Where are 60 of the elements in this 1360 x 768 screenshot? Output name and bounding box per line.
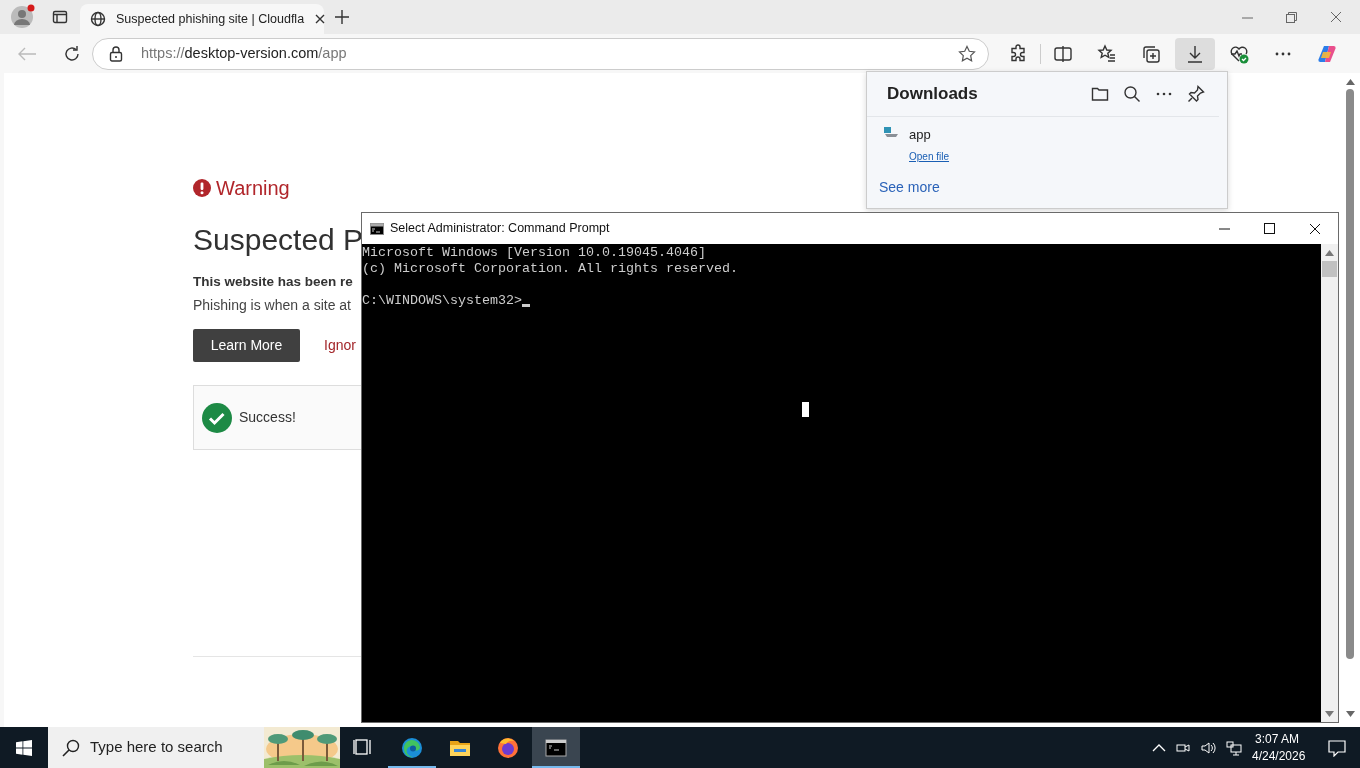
start-icon[interactable] xyxy=(16,739,32,756)
notifications-icon[interactable] xyxy=(1328,738,1346,757)
success-text: Success! xyxy=(239,408,296,427)
console-prompt: C:\WINDOWS\system32> xyxy=(362,293,522,309)
ignore-link[interactable]: Ignor xyxy=(324,335,356,356)
browser-tab[interactable]: Suspected phishing site | Cloudfla xyxy=(80,4,324,34)
terminal-icon xyxy=(545,736,567,759)
installer-icon xyxy=(883,127,899,139)
favorites-icon[interactable] xyxy=(1097,43,1117,64)
health-check-icon[interactable] xyxy=(1229,43,1249,64)
panel-title: Downloads xyxy=(887,83,978,106)
lock-icon xyxy=(109,45,123,62)
restore-icon[interactable] xyxy=(1286,11,1297,23)
see-more-link[interactable]: See more xyxy=(879,177,940,198)
console-line: Microsoft Windows [Version 10.0.19045.4046] xyxy=(362,245,707,261)
collections-icon[interactable] xyxy=(1141,43,1161,64)
scroll-down-icon[interactable] xyxy=(1325,711,1334,717)
warning-icon xyxy=(193,179,211,197)
warning-title: Warning xyxy=(216,176,290,201)
new-tab-icon[interactable] xyxy=(335,10,349,24)
close-icon[interactable] xyxy=(314,13,327,25)
search-field[interactable]: Type here to search xyxy=(48,727,340,768)
cursor-icon xyxy=(521,304,530,307)
extensions-icon[interactable] xyxy=(1008,43,1028,64)
lead-text: This website has been re xyxy=(193,273,353,291)
search-icon xyxy=(62,738,80,757)
browser-icon xyxy=(401,736,423,759)
globe-icon xyxy=(90,11,106,27)
taskbar-button[interactable] xyxy=(532,727,580,768)
pin-icon[interactable] xyxy=(1187,85,1205,103)
scroll-up-icon[interactable] xyxy=(1325,250,1334,256)
volume-icon[interactable] xyxy=(1200,739,1216,756)
address-field[interactable]: https://desktop-version.com/app xyxy=(92,37,989,70)
split-screen-icon[interactable] xyxy=(1053,43,1073,64)
body-text: Phishing is when a site at xyxy=(193,296,351,315)
maximize-icon[interactable] xyxy=(1264,223,1275,234)
console-line: (c) Microsoft Corporation. All rights reserved. xyxy=(362,261,739,277)
favorite-star-icon[interactable] xyxy=(958,44,976,63)
folder-icon[interactable] xyxy=(1091,85,1109,103)
search-icon[interactable] xyxy=(1123,85,1141,103)
fox-browser-icon xyxy=(497,736,519,759)
network-icon[interactable] xyxy=(1226,739,1242,756)
page-heading: Suspected P xyxy=(193,222,364,258)
window-title: Select Administrator: Command Prompt xyxy=(390,220,611,238)
scroll-down-icon[interactable] xyxy=(1345,711,1355,717)
check-icon xyxy=(202,402,232,433)
open-file-link[interactable]: Open file xyxy=(909,150,950,164)
mouse-cursor-icon xyxy=(802,402,809,417)
learn-more-button[interactable]: Learn More xyxy=(193,329,300,362)
download-icon xyxy=(1186,44,1204,63)
console-app-icon xyxy=(370,222,384,235)
scroll-up-icon[interactable] xyxy=(1345,79,1355,85)
downloads-button[interactable] xyxy=(1175,37,1215,70)
file-name[interactable]: app xyxy=(909,127,950,143)
assistant-icon[interactable] xyxy=(1317,43,1337,64)
close-icon[interactable] xyxy=(1309,222,1321,235)
tab-actions-icon[interactable] xyxy=(52,9,68,25)
refresh-icon[interactable] xyxy=(63,44,81,63)
clock-time: 3:07 AM xyxy=(1254,730,1300,748)
profile-icon[interactable] xyxy=(10,4,36,30)
